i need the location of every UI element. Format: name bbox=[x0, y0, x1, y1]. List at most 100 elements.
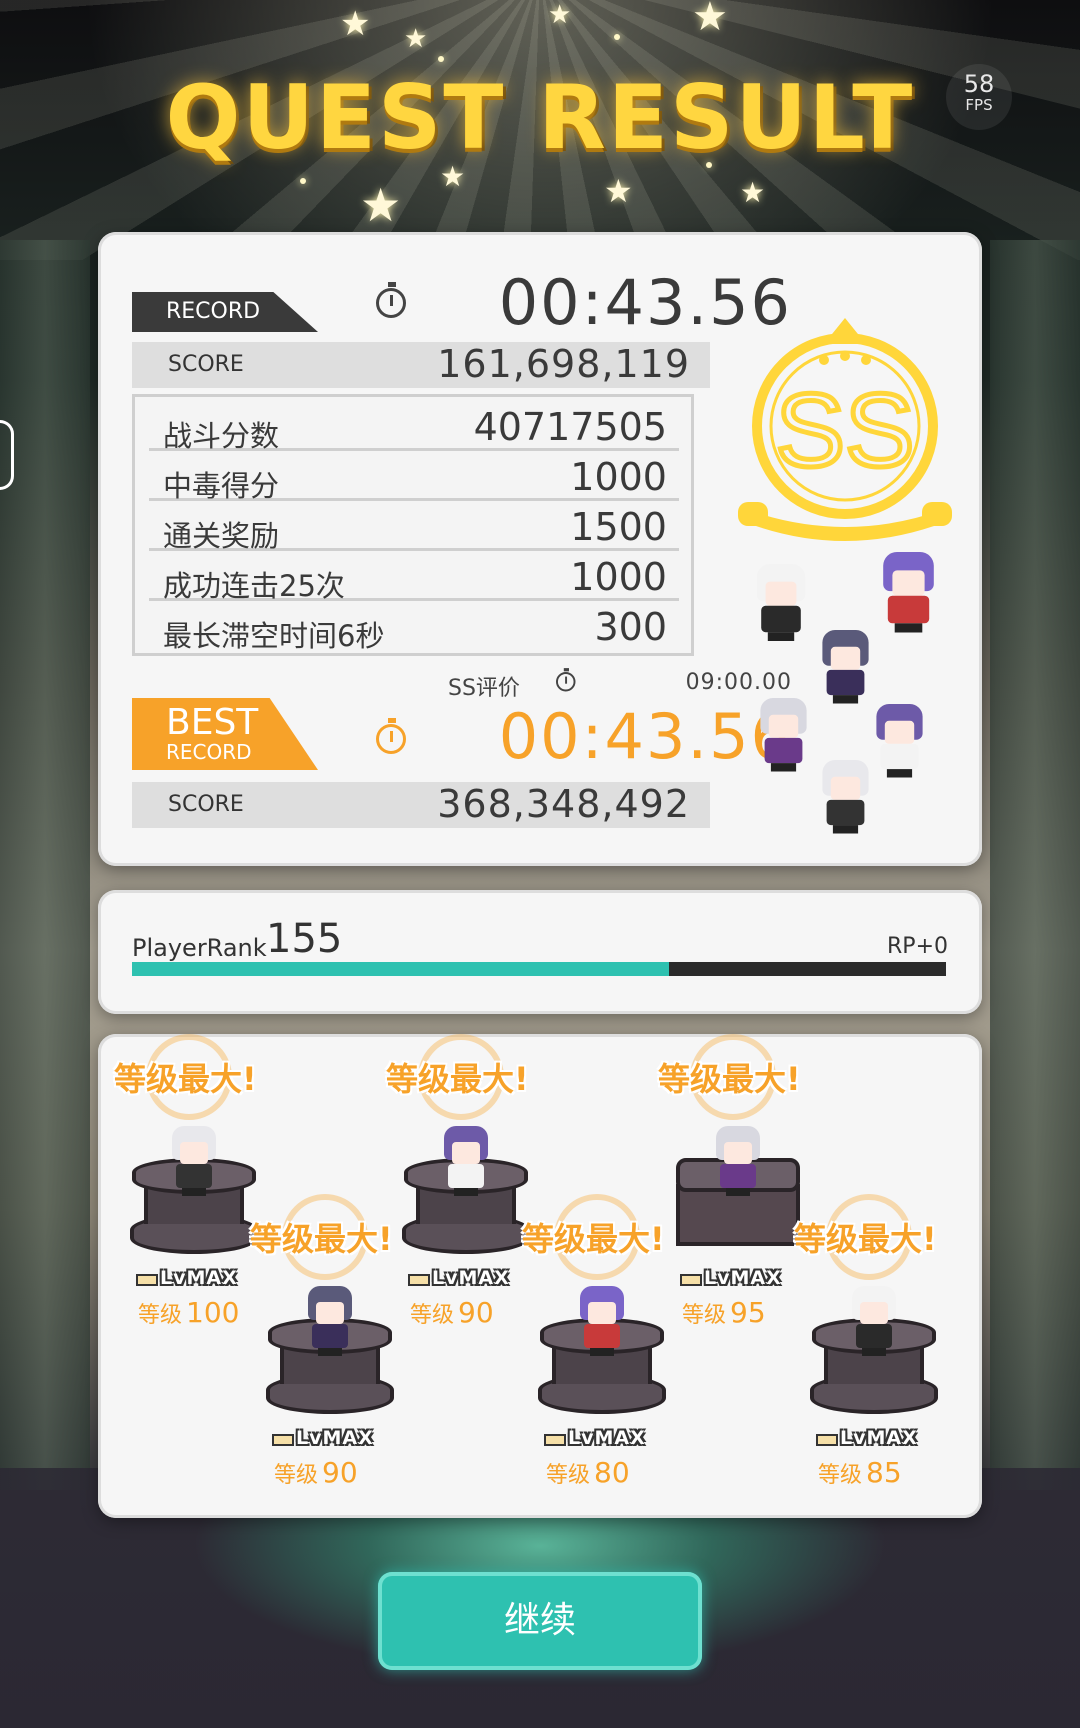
unit-card: 等级最大! LvMAX 等级 80 bbox=[522, 1194, 674, 1514]
level-max-banner: 等级最大! bbox=[114, 1060, 257, 1098]
exp-bar-icon bbox=[816, 1434, 838, 1446]
exp-bar-icon bbox=[408, 1274, 430, 1286]
breakdown-row: 最长滞空时间6秒 300 bbox=[149, 601, 679, 653]
lvmax-tag: LvMAX bbox=[816, 1428, 928, 1450]
level-label: 等级 bbox=[138, 1303, 183, 1328]
level-value: 95 bbox=[730, 1296, 766, 1329]
result-panel: RECORD 00:43.56 SCORE 161,698,119 战斗分数 4… bbox=[98, 232, 982, 866]
breakdown-label: 中毒得分 bbox=[163, 469, 280, 503]
breakdown-value: 1000 bbox=[570, 555, 667, 599]
stopwatch-icon bbox=[556, 668, 576, 692]
ss-condition-time: 09:00.00 bbox=[685, 670, 792, 695]
breakdown-value: 40717505 bbox=[473, 405, 667, 449]
stopwatch-icon bbox=[376, 282, 406, 318]
unit-level: 等级 90 bbox=[274, 1456, 358, 1489]
grade-text: SS bbox=[776, 373, 915, 489]
level-label: 等级 bbox=[818, 1463, 863, 1488]
lvmax-tag: LvMAX bbox=[272, 1428, 384, 1450]
level-max-banner: 等级最大! bbox=[522, 1220, 665, 1258]
level-max-banner: 等级最大! bbox=[658, 1060, 801, 1098]
unit-level: 等级 85 bbox=[818, 1456, 902, 1489]
breakdown-row: 成功连击25次 1000 bbox=[149, 551, 679, 603]
ss-condition: SS评价 09:00.00 bbox=[448, 668, 792, 701]
continue-button[interactable]: 继续 bbox=[378, 1572, 702, 1670]
lvmax-label: LvMAX bbox=[432, 1267, 510, 1289]
player-rank-label: PlayerRank bbox=[132, 934, 267, 962]
level-value: 90 bbox=[458, 1296, 494, 1329]
player-rank-panel: PlayerRank 155 RP+0 bbox=[98, 890, 982, 1014]
level-max-banner: 等级最大! bbox=[250, 1220, 393, 1258]
star-icon: ★ bbox=[360, 178, 402, 232]
level-label: 等级 bbox=[682, 1303, 727, 1328]
breakdown-value: 1000 bbox=[570, 455, 667, 499]
star-icon: ★ bbox=[404, 24, 428, 54]
level-label: 等级 bbox=[410, 1303, 455, 1328]
level-value: 100 bbox=[186, 1296, 240, 1329]
rank-progress-bar bbox=[132, 962, 946, 976]
best-score-bar: SCORE 368,348,492 bbox=[132, 782, 710, 828]
unit-levels-panel: 等级最大! LvMAX 等级 100 等级最大! LvMAX 等级 90 等级最大! LvMAX 等… bbox=[98, 1034, 982, 1518]
star-icon: ★ bbox=[604, 172, 633, 210]
rank-points: RP+0 bbox=[887, 934, 948, 959]
unit-card: 等级最大! LvMAX 等级 85 bbox=[794, 1194, 946, 1514]
lvmax-tag: LvMAX bbox=[544, 1428, 656, 1450]
breakdown-label: 通关奖励 bbox=[163, 519, 280, 553]
ss-condition-label: SS评价 bbox=[448, 676, 520, 701]
lvmax-tag: LvMAX bbox=[408, 1268, 520, 1290]
unit-level: 等级 90 bbox=[410, 1296, 494, 1329]
breakdown-label: 战斗分数 bbox=[163, 419, 280, 453]
level-max-banner: 等级最大! bbox=[386, 1060, 529, 1098]
level-value: 85 bbox=[866, 1456, 902, 1489]
sparkle bbox=[300, 178, 306, 184]
star-icon: ★ bbox=[340, 4, 371, 44]
stopwatch-icon bbox=[376, 718, 406, 754]
level-max-banner: 等级最大! bbox=[794, 1220, 937, 1258]
player-rank-value: 155 bbox=[266, 916, 343, 962]
record-tag: RECORD bbox=[132, 292, 318, 332]
star-icon: ★ bbox=[692, 0, 728, 40]
unit-card: 等级最大! LvMAX 等级 90 bbox=[250, 1194, 402, 1514]
level-label: 等级 bbox=[274, 1463, 319, 1488]
exp-bar-icon bbox=[272, 1434, 294, 1446]
star-icon: ★ bbox=[548, 0, 572, 30]
best-time: 00:43.56 bbox=[498, 700, 792, 773]
best-record-tag: BEST RECORD bbox=[132, 698, 318, 770]
rank-progress-fill bbox=[132, 962, 670, 976]
lvmax-label: LvMAX bbox=[704, 1267, 782, 1289]
lvmax-label: LvMAX bbox=[568, 1427, 646, 1449]
lvmax-tag: LvMAX bbox=[680, 1268, 792, 1290]
ss-grade-emblem: SS bbox=[738, 318, 952, 541]
background-pillar-right bbox=[990, 240, 1080, 1490]
breakdown-label: 最长滞空时间6秒 bbox=[163, 619, 385, 653]
breakdown-row: 通关奖励 1500 bbox=[149, 501, 679, 553]
unit-level: 等级 95 bbox=[682, 1296, 766, 1329]
breakdown-label: 成功连击25次 bbox=[163, 569, 345, 603]
best-tag-line2: RECORD bbox=[166, 740, 252, 764]
exp-bar-icon bbox=[136, 1274, 158, 1286]
breakdown-value: 300 bbox=[594, 605, 667, 649]
level-value: 80 bbox=[594, 1456, 630, 1489]
score-label: SCORE bbox=[168, 352, 244, 377]
fps-label: FPS bbox=[965, 96, 993, 114]
record-score-bar: SCORE 161,698,119 bbox=[132, 342, 710, 388]
unit-card: 等级最大! LvMAX 等级 90 bbox=[386, 1034, 538, 1354]
star-icon: ★ bbox=[740, 176, 766, 209]
quest-result-title: QUEST RESULT bbox=[165, 66, 915, 169]
score-label: SCORE bbox=[168, 792, 244, 817]
level-label: 等级 bbox=[546, 1463, 591, 1488]
lvmax-label: LvMAX bbox=[296, 1427, 374, 1449]
breakdown-value: 1500 bbox=[570, 505, 667, 549]
background-pillar-left bbox=[0, 240, 90, 1490]
side-tab-button[interactable] bbox=[0, 420, 14, 490]
record-score: 161,698,119 bbox=[437, 342, 690, 386]
score-breakdown: 战斗分数 40717505 中毒得分 1000 通关奖励 1500 成功连击25… bbox=[132, 394, 694, 656]
fps-counter: 58 FPS bbox=[946, 64, 1012, 130]
breakdown-row: 战斗分数 40717505 bbox=[149, 401, 679, 453]
unit-level: 等级 100 bbox=[138, 1296, 239, 1329]
unit-card: 等级最大! LvMAX 等级 95 bbox=[658, 1034, 810, 1354]
fps-value: 58 bbox=[963, 70, 995, 98]
lvmax-label: LvMAX bbox=[160, 1267, 238, 1289]
lvmax-label: LvMAX bbox=[840, 1427, 918, 1449]
breakdown-row: 中毒得分 1000 bbox=[149, 451, 679, 503]
best-tag-line1: BEST bbox=[166, 702, 259, 743]
